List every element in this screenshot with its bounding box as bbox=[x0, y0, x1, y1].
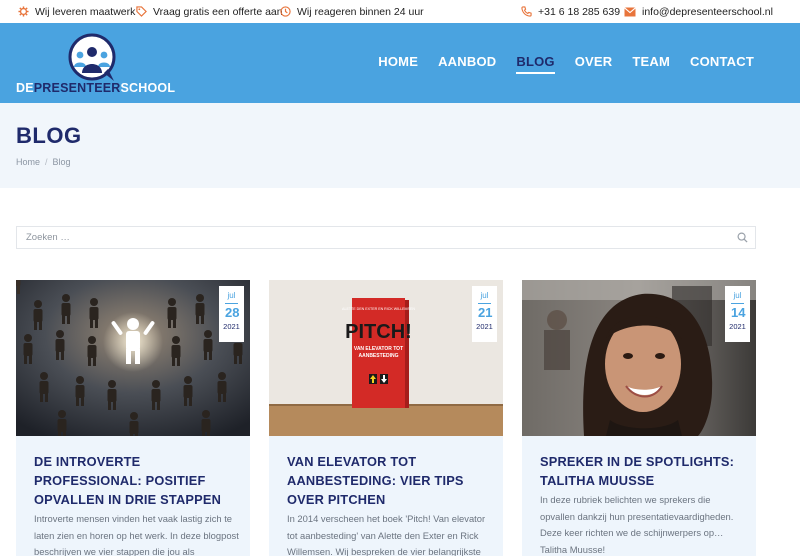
phone-icon bbox=[521, 6, 532, 17]
usp-offerte: Vraag gratis een offerte aan bbox=[136, 0, 283, 23]
breadcrumb-current: Blog bbox=[52, 157, 71, 167]
nav-aanbod[interactable]: AANBOD bbox=[438, 54, 496, 69]
tag-icon bbox=[136, 6, 147, 17]
post-title[interactable]: SPREKER IN DE SPOTLIGHTS: TALITHA MUUSSE bbox=[540, 452, 745, 490]
post-title[interactable]: VAN ELEVATOR TOT AANBESTEDING: VIER TIPS… bbox=[287, 452, 492, 509]
post-image-speaker-portrait[interactable]: jul 14 2021 bbox=[522, 280, 756, 436]
envelope-icon bbox=[624, 6, 636, 16]
search-box bbox=[16, 226, 756, 249]
blog-card[interactable]: jul 28 2021 DE INTROVERTE PROFESSIONAL: PO… bbox=[16, 280, 250, 556]
post-excerpt: Introverte mensen vinden het vaak lastig… bbox=[34, 513, 239, 556]
page-title-bar: BLOG Home / Blog bbox=[0, 103, 800, 188]
post-image-pitch-book[interactable]: ALETTE DEN EXTER EN RICK WILLEMSEN PITCH… bbox=[269, 280, 503, 436]
nav-blog[interactable]: BLOG bbox=[516, 54, 556, 74]
breadcrumb: Home / Blog bbox=[16, 157, 71, 167]
search-input[interactable] bbox=[17, 227, 717, 248]
book-subtitle-2: AANBESTEDING bbox=[358, 353, 398, 359]
usp-text: Vraag gratis een offerte aan bbox=[153, 5, 283, 18]
date-badge: jul 14 2021 bbox=[725, 286, 750, 342]
book-authors: ALETTE DEN EXTER EN RICK WILLEMSEN bbox=[342, 307, 415, 311]
date-badge: jul 21 2021 bbox=[472, 286, 497, 342]
gear-icon bbox=[18, 6, 29, 17]
email-link[interactable]: info@depresenteerschool.nl bbox=[624, 0, 773, 23]
nav-team[interactable]: TEAM bbox=[632, 54, 670, 69]
usp-text: Wij leveren maatwerk bbox=[35, 5, 136, 18]
post-excerpt: In 2014 verscheen het boek 'Pitch! Van e… bbox=[287, 513, 486, 556]
clock-icon bbox=[280, 6, 291, 17]
post-title[interactable]: DE INTROVERTE PROFESSIONAL: POSITIEF OPV… bbox=[34, 452, 239, 509]
book-title: PITCH! bbox=[345, 321, 412, 343]
book-subtitle-1: VAN ELEVATOR TOT bbox=[354, 346, 403, 352]
breadcrumb-home[interactable]: Home bbox=[16, 157, 40, 167]
site-header: DEPRESENTEERSCHOOL HOME AANBOD BLOG OVER… bbox=[0, 23, 800, 103]
logo-wordmark[interactable]: DEPRESENTEERSCHOOL bbox=[16, 81, 175, 95]
phone-link[interactable]: +31 6 18 285 639 bbox=[521, 0, 620, 23]
nav-home[interactable]: HOME bbox=[378, 54, 418, 69]
main-nav: HOME AANBOD BLOG OVER TEAM CONTACT bbox=[358, 54, 754, 74]
nav-contact[interactable]: CONTACT bbox=[690, 54, 754, 69]
blog-card[interactable]: ALETTE DEN EXTER EN RICK WILLEMSEN PITCH… bbox=[269, 280, 503, 556]
top-bar: Wij leveren maatwerk Vraag gratis een of… bbox=[0, 0, 800, 23]
usp-maatwerk: Wij leveren maatwerk bbox=[18, 0, 135, 23]
post-image-introvert[interactable]: jul 28 2021 bbox=[16, 280, 250, 436]
breadcrumb-separator: / bbox=[45, 157, 48, 167]
email-text: info@depresenteerschool.nl bbox=[642, 5, 773, 18]
date-badge: jul 28 2021 bbox=[219, 286, 244, 342]
post-excerpt: In deze rubriek belichten we sprekers di… bbox=[540, 494, 734, 555]
logo-icon[interactable] bbox=[68, 33, 118, 88]
search-icon[interactable] bbox=[737, 232, 748, 243]
nav-over[interactable]: OVER bbox=[575, 54, 613, 69]
page-title: BLOG bbox=[16, 123, 82, 148]
usp-reageren: Wij reageren binnen 24 uur bbox=[280, 0, 424, 23]
blog-card[interactable]: jul 14 2021 SPREKER IN DE SPOTLIGHTS: TALI… bbox=[522, 280, 756, 556]
phone-text: +31 6 18 285 639 bbox=[538, 5, 621, 18]
usp-text: Wij reageren binnen 24 uur bbox=[297, 5, 424, 18]
